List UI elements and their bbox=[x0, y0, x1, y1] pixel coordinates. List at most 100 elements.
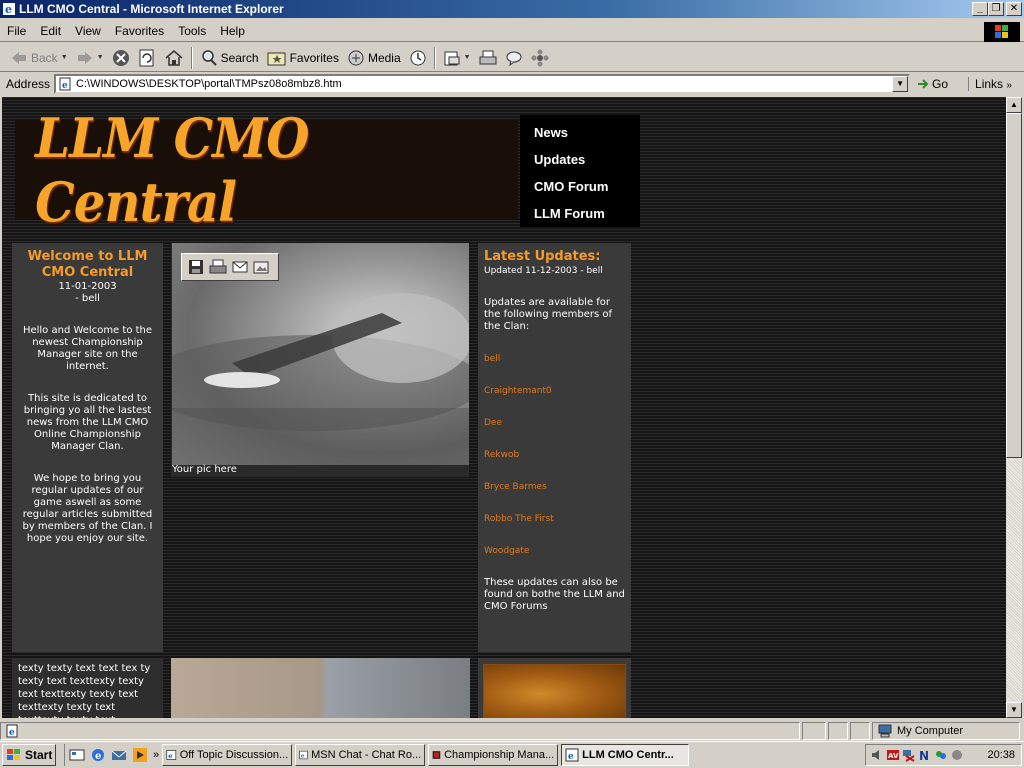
show-desktop-icon[interactable] bbox=[69, 747, 85, 763]
back-button[interactable]: Back ▼ bbox=[6, 46, 72, 70]
mail-button[interactable]: ▼ bbox=[439, 46, 475, 70]
stop-icon bbox=[112, 49, 129, 66]
updates-outro: These updates can also be found on bothe… bbox=[484, 577, 625, 612]
messenger-button[interactable] bbox=[527, 46, 553, 70]
my-computer-icon bbox=[878, 724, 892, 737]
menu-help[interactable]: Help bbox=[213, 24, 252, 38]
ie-quicklaunch-icon[interactable]: e bbox=[90, 747, 106, 763]
svg-text:e: e bbox=[568, 752, 574, 762]
forward-arrow-icon bbox=[77, 51, 92, 64]
scroll-down-icon[interactable]: ▼ bbox=[1006, 702, 1022, 718]
start-button[interactable]: Start bbox=[2, 744, 56, 766]
member-link[interactable]: bell bbox=[484, 353, 625, 365]
save-icon[interactable] bbox=[188, 259, 204, 275]
member-link[interactable]: Dee bbox=[484, 417, 625, 429]
member-link[interactable]: Rekwob bbox=[484, 449, 625, 461]
task-msn-chat[interactable]: e MSN Chat - Chat Ro... bbox=[295, 744, 426, 766]
mail-icon[interactable] bbox=[232, 259, 248, 275]
welcome-paragraph: Hello and Welcome to the newest Champion… bbox=[22, 325, 153, 372]
vertical-scrollbar[interactable]: ▲ ▼ bbox=[1006, 97, 1022, 718]
stop-button[interactable] bbox=[108, 46, 134, 70]
scroll-up-icon[interactable]: ▲ bbox=[1006, 97, 1022, 113]
refresh-button[interactable] bbox=[134, 46, 160, 70]
image-toolbar bbox=[181, 253, 279, 281]
minimize-button[interactable]: _ bbox=[972, 2, 988, 16]
orange-picture bbox=[483, 664, 626, 718]
maximize-button[interactable]: ❐ bbox=[988, 2, 1004, 16]
svg-text:AV: AV bbox=[888, 752, 899, 760]
member-link[interactable]: Bryce Barmes bbox=[484, 481, 625, 493]
favorites-button[interactable]: Favorites bbox=[263, 46, 343, 70]
status-cell bbox=[850, 721, 870, 740]
page-icon: e bbox=[59, 77, 71, 91]
media-icon bbox=[348, 50, 364, 65]
print-button[interactable] bbox=[475, 46, 501, 70]
search-button[interactable]: Search bbox=[196, 46, 263, 70]
task-off-topic[interactable]: e Off Topic Discussion... bbox=[162, 744, 293, 766]
back-dropdown-icon[interactable]: ▼ bbox=[61, 54, 68, 61]
links-button[interactable]: Links » bbox=[968, 77, 1012, 91]
print-icon bbox=[479, 50, 497, 64]
svg-text:e: e bbox=[9, 728, 15, 738]
menu-favorites[interactable]: Favorites bbox=[108, 24, 171, 38]
nav-llm-forum[interactable]: LLM Forum bbox=[534, 206, 640, 233]
taskbar: Start e » e Off Topic Discussion... e MS… bbox=[0, 741, 1024, 768]
volume-icon[interactable] bbox=[870, 748, 884, 762]
address-bar: Address e C:\WINDOWS\DESKTOP\portal\TMPs… bbox=[0, 73, 1024, 95]
welcome-date: 11-01-2003 bbox=[58, 281, 117, 292]
home-button[interactable] bbox=[160, 46, 188, 70]
print-icon[interactable] bbox=[209, 259, 227, 275]
task-label: LLM CMO Centr... bbox=[582, 749, 674, 761]
site-banner: LLM CMO Central bbox=[15, 106, 518, 234]
go-button[interactable]: Go bbox=[916, 77, 964, 91]
address-label: Address bbox=[6, 77, 51, 91]
member-link[interactable]: Woodgate bbox=[484, 545, 625, 557]
menu-view[interactable]: View bbox=[68, 24, 108, 38]
nav-news[interactable]: News bbox=[534, 125, 640, 152]
address-url: C:\WINDOWS\DESKTOP\portal\TMPsz08o8mbz8.… bbox=[76, 78, 342, 90]
discuss-button[interactable] bbox=[501, 46, 527, 70]
quick-launch: e » bbox=[64, 744, 159, 766]
nav-cmo-forum[interactable]: CMO Forum bbox=[534, 179, 640, 206]
msn-messenger-icon[interactable] bbox=[934, 748, 948, 762]
outlook-express-icon[interactable] bbox=[111, 747, 127, 763]
go-label: Go bbox=[932, 77, 949, 91]
banner-title: LLM CMO Central bbox=[35, 105, 309, 234]
member-link[interactable]: Craightemant0 bbox=[484, 385, 625, 397]
site-nav: News Updates CMO Forum LLM Forum bbox=[520, 115, 640, 227]
forward-button[interactable]: ▼ bbox=[72, 46, 108, 70]
network-icon[interactable] bbox=[902, 748, 916, 762]
antivirus-icon[interactable]: AV bbox=[886, 748, 900, 762]
scroll-thumb[interactable] bbox=[1006, 113, 1022, 458]
refresh-icon bbox=[139, 49, 154, 66]
welcome-paragraph: We hope to bring you regular updates of … bbox=[22, 473, 153, 544]
history-button[interactable] bbox=[405, 46, 431, 70]
address-dropdown-icon[interactable]: ▼ bbox=[892, 76, 909, 92]
tray-app-icon[interactable] bbox=[950, 748, 964, 762]
forward-dropdown-icon[interactable]: ▼ bbox=[97, 54, 104, 61]
ie-task-icon: e bbox=[299, 750, 308, 760]
my-pictures-icon[interactable] bbox=[253, 259, 269, 275]
quicklaunch-chevron-icon[interactable]: » bbox=[153, 749, 159, 761]
nav-updates[interactable]: Updates bbox=[534, 152, 640, 179]
menu-edit[interactable]: Edit bbox=[33, 24, 68, 38]
mail-dropdown-icon[interactable]: ▼ bbox=[464, 54, 471, 61]
updates-date: Updated 11-12-2003 - bell bbox=[484, 266, 603, 276]
norton-icon[interactable]: N bbox=[918, 748, 932, 762]
links-chevron-icon: » bbox=[1006, 80, 1012, 91]
go-arrow-icon bbox=[918, 79, 929, 89]
menu-file[interactable]: File bbox=[0, 24, 33, 38]
menu-tools[interactable]: Tools bbox=[171, 24, 213, 38]
member-link[interactable]: Robbo The First bbox=[484, 513, 625, 525]
media-button[interactable]: Media bbox=[343, 46, 405, 70]
task-llm-cmo-central[interactable]: e LLM CMO Centr... bbox=[561, 744, 690, 766]
windows-flag-icon bbox=[7, 749, 20, 760]
close-button[interactable]: ✕ bbox=[1006, 2, 1022, 16]
media-label: Media bbox=[367, 50, 401, 65]
status-cell bbox=[802, 721, 826, 740]
address-input[interactable]: e C:\WINDOWS\DESKTOP\portal\TMPsz08o8mbz… bbox=[54, 74, 911, 94]
media-player-icon[interactable] bbox=[132, 747, 148, 763]
task-championship-manager[interactable]: Championship Mana... bbox=[428, 744, 559, 766]
security-zone: My Computer bbox=[872, 721, 1020, 740]
back-arrow-icon bbox=[12, 51, 26, 64]
